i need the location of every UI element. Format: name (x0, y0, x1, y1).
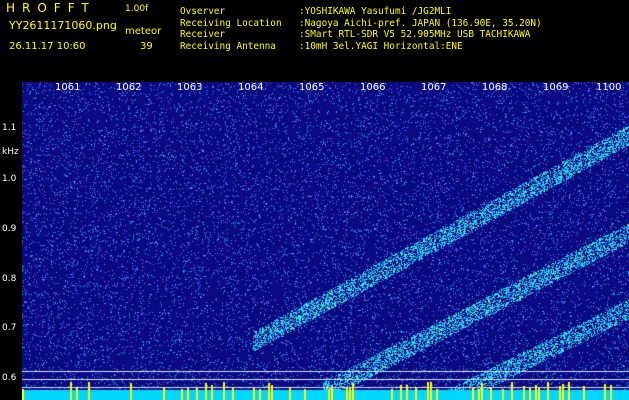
header-panel: HROFFT 1.00f YY2611171060.png meteor 26.… (0, 0, 629, 73)
station-info: Ovserver :YOSHIKAWA Yasufumi /JG2MLI Rec… (180, 6, 542, 52)
app-title: HROFFT (6, 1, 96, 15)
y-tick-label: 0.8 (2, 274, 17, 284)
file-name: YY2611171060.png (9, 19, 117, 32)
x-tick-label: 1066 (360, 82, 386, 93)
y-tick-label: 0.7 (2, 323, 17, 333)
station-row-observer: Ovserver :YOSHIKAWA Yasufumi /JG2MLI (180, 6, 452, 17)
y-axis: kHz 1.1 1.0 0.9 0.8 0.7 0.6 (0, 73, 22, 400)
x-tick-label: 1100 (596, 82, 622, 93)
x-tick-label: 1067 (421, 82, 447, 93)
datetime-label: 26.11.17 10:60 (9, 41, 86, 52)
x-tick-label: 1061 (55, 82, 81, 93)
x-tick-label: 1063 (177, 82, 203, 93)
y-tick-label: 0.9 (2, 224, 17, 234)
station-row-antenna: Receiving Antenna :10mH 3el.YAGI Horizon… (180, 40, 463, 52)
station-row-location: Receiving Location :Nagoya Aichi-pref. J… (180, 17, 542, 29)
x-tick-label: 1069 (543, 82, 569, 93)
station-row-receiver: Receiver :SMart RTL-SDR V5 52.905MHz USB… (180, 29, 531, 41)
x-tick-label: 1062 (116, 82, 142, 93)
meteor-label: meteor (125, 26, 162, 37)
y-axis-unit: kHz (2, 147, 19, 157)
meteor-count: 39 (140, 41, 153, 52)
spectrogram (22, 82, 629, 400)
x-tick-label: 1068 (482, 82, 508, 93)
x-tick-label: 1065 (299, 82, 325, 93)
version-label: 1.00f (125, 4, 149, 14)
x-tick-label: 1064 (238, 82, 264, 93)
y-tick-label: 1.1 (2, 123, 17, 133)
y-tick-label: 0.6 (2, 373, 17, 383)
y-tick-label: 1.0 (2, 174, 17, 184)
